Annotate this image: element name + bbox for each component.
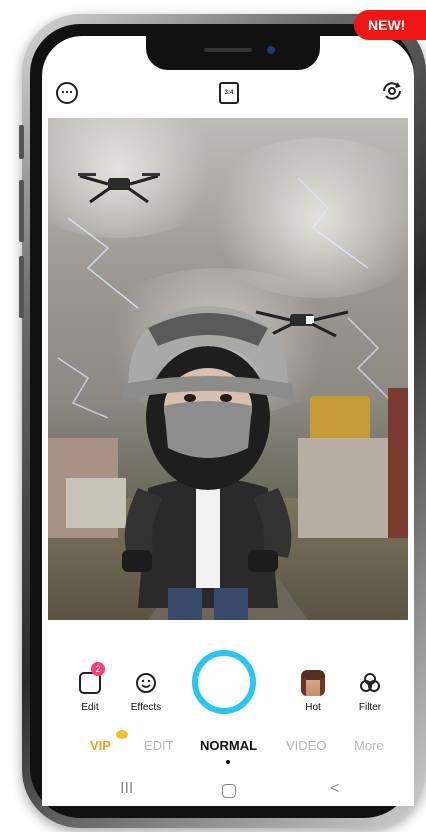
- building-edge: [388, 388, 408, 538]
- effects-button[interactable]: Effects: [124, 672, 168, 713]
- camera-controls: 2 Edit Effects Hot Filter VIP EDIT NORMA…: [42, 620, 414, 806]
- front-camera: [267, 46, 275, 54]
- camera-top-toolbar: 3:4: [0, 64, 426, 118]
- phone-volume-down: [19, 256, 24, 318]
- active-mode-indicator: [226, 760, 230, 764]
- speaker-grille: [204, 48, 252, 52]
- filter-label: Filter: [358, 702, 382, 713]
- edit-label: Edit: [81, 702, 99, 713]
- mode-more[interactable]: More: [354, 738, 384, 753]
- mode-selector: VIP EDIT NORMAL VIDEO More: [42, 730, 414, 758]
- mode-normal[interactable]: NORMAL: [200, 738, 257, 753]
- camera-preview[interactable]: [48, 118, 408, 620]
- hot-button[interactable]: Hot: [298, 670, 328, 713]
- aspect-ratio-button[interactable]: 3:4: [219, 82, 239, 104]
- hot-thumbnail-icon: [301, 670, 325, 696]
- filter-button[interactable]: Filter: [350, 672, 390, 713]
- building-right: [298, 438, 388, 538]
- more-dots-icon: [56, 82, 78, 104]
- effects-label: Effects: [130, 702, 162, 713]
- mode-vip-label: VIP: [90, 738, 111, 753]
- home-button[interactable]: [222, 784, 236, 798]
- drone: [78, 173, 160, 204]
- system-nav-bar: III <: [42, 776, 414, 806]
- camera-flip-icon: [383, 82, 401, 100]
- recents-button[interactable]: III: [120, 780, 133, 798]
- phone-volume-up: [19, 180, 24, 242]
- home-icon: [222, 784, 236, 798]
- ar-avatar: [122, 306, 294, 620]
- edit-button[interactable]: 2 Edit: [72, 662, 108, 713]
- crown-icon: [116, 730, 128, 739]
- mode-edit[interactable]: EDIT: [144, 738, 174, 753]
- flip-camera-button[interactable]: [380, 80, 404, 102]
- edit-badge-count: 2: [91, 662, 105, 676]
- smiley-icon: [135, 672, 157, 694]
- phone-silent-switch: [19, 125, 24, 159]
- notch: [146, 36, 320, 70]
- back-button[interactable]: <: [330, 780, 339, 798]
- new-badge: NEW!: [354, 10, 426, 40]
- mode-video[interactable]: VIDEO: [286, 738, 326, 753]
- mode-vip[interactable]: VIP: [90, 730, 128, 753]
- gallery-edit-icon: 2: [79, 662, 105, 694]
- shutter-button[interactable]: [192, 650, 256, 714]
- more-options-button[interactable]: [56, 82, 78, 104]
- hot-label: Hot: [305, 702, 321, 713]
- filter-icon: [359, 672, 381, 694]
- aspect-ratio-icon: 3:4: [219, 82, 239, 104]
